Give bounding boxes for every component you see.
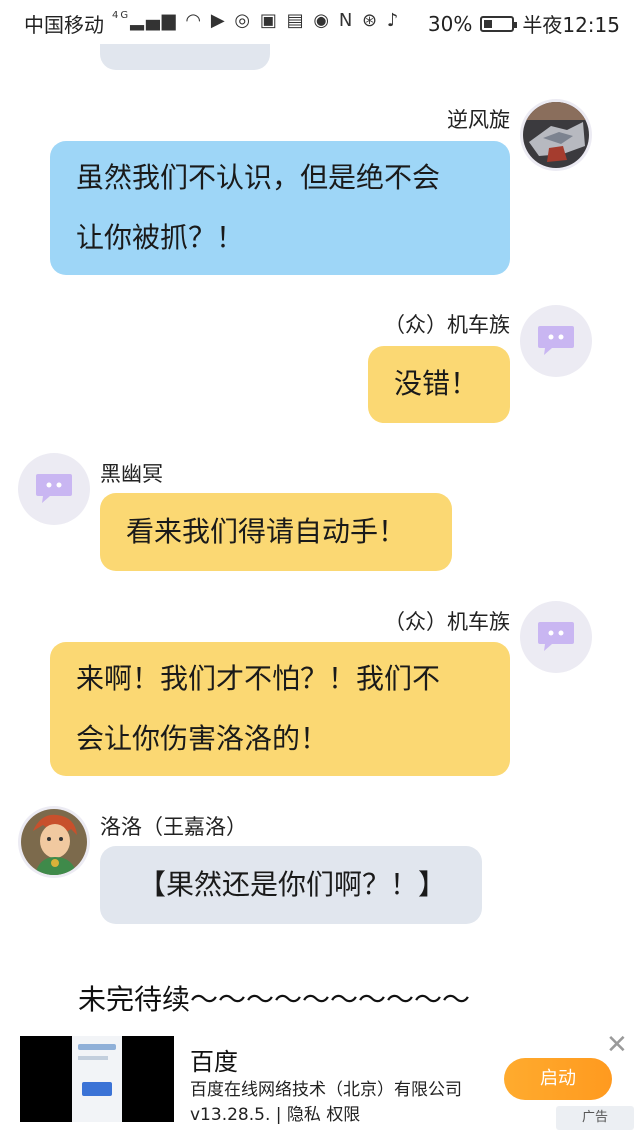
mute-icon: ♪: [386, 10, 401, 31]
avatar[interactable]: [520, 601, 592, 673]
message-bubble: 看来我们得请自动手！: [100, 493, 452, 571]
message-line: 看来我们得请自动手！: [126, 515, 407, 548]
message-line: 来啊！我们才不怕？！我们不: [76, 662, 441, 695]
avatar[interactable]: [18, 453, 90, 525]
status-bar: 中国移动 4G▂▄▆ ◠ ▶ ◎ ▣ ▤ ◉ N ⊛ ♪ 30% 半夜12:15: [0, 0, 640, 44]
boy-portrait-icon: [21, 809, 87, 875]
avatar[interactable]: [520, 305, 592, 377]
ad-company: 百度在线网络技术（北京）有限公司: [190, 1080, 462, 1100]
signal-icon: ▂▄▆: [130, 10, 178, 31]
sender-name: 洛洛（王嘉洛）: [100, 815, 247, 839]
robot-portrait-icon: [523, 102, 589, 168]
battery-icon: [480, 15, 518, 32]
message-bubble: 【果然还是你们啊？！】: [100, 846, 482, 924]
sender-name: （众）机车族: [384, 610, 510, 634]
hd-icon: ▣: [259, 10, 279, 31]
eye-icon: ◉: [313, 10, 332, 31]
message-bubble: 虽然我们不认识，但是绝不会 让你被抓？！: [50, 141, 510, 275]
chat-bubble-icon: [538, 622, 574, 651]
sender-name: 黑幽冥: [100, 462, 163, 486]
message-line: 会让你伤害洛洛的！: [76, 722, 329, 755]
clock: 半夜12:15: [522, 13, 620, 37]
message-bubble: 没错！: [368, 346, 510, 423]
headset-icon: ◎: [234, 10, 253, 31]
status-right: 30% 半夜12:15: [428, 9, 620, 38]
sender-name: （众）机车族: [384, 313, 510, 337]
cartoon-avatar[interactable]: [18, 806, 90, 878]
sim-icon: ▤: [286, 10, 306, 31]
play-icon: ▶: [210, 10, 227, 31]
ad-version: v13.28.5.: [190, 1105, 271, 1125]
message-line: 虽然我们不认识，但是绝不会: [76, 161, 441, 194]
sender-name: 逆风旋: [447, 108, 510, 132]
chat-bubble-icon: [538, 326, 574, 355]
ad-banner[interactable]: 百度 百度在线网络技术（北京）有限公司 v13.28.5. | 隐私 权限 启动…: [0, 1030, 640, 1138]
message-line: 没错！: [394, 367, 479, 400]
status-icons: 4G▂▄▆ ◠ ▶ ◎ ▣ ▤ ◉ N ⊛ ♪: [112, 10, 400, 31]
carrier-label: 中国移动: [24, 13, 104, 37]
ad-launch-button[interactable]: 启动: [504, 1058, 612, 1100]
battery-percent: 30%: [427, 11, 473, 36]
chat-thread[interactable]: 逆风旋 虽然我们不认识，但是绝不会 让你被抓？！ （众）机车族 没错！ 黑幽冥 …: [0, 0, 640, 1030]
chat-bubble-icon: [36, 474, 72, 503]
alarm-icon: ⊛: [362, 10, 380, 31]
battery-fill: [484, 19, 493, 28]
message-line: 【果然还是你们啊？！】: [138, 868, 447, 901]
wifi-icon: ◠: [185, 10, 204, 31]
ad-meta: v13.28.5. | 隐私 权限: [190, 1105, 361, 1125]
ad-label: 广告: [556, 1106, 634, 1130]
network-badge: 4G: [112, 10, 131, 21]
ad-thumbnail-screen: [72, 1036, 122, 1122]
to-be-continued-text: 未完待续～～～～～～～～～～: [78, 983, 471, 1016]
nfc-icon: N: [338, 10, 355, 31]
message-bubble: 来啊！我们才不怕？！我们不 会让你伤害洛洛的！: [50, 642, 510, 776]
close-icon[interactable]: ✕: [606, 1030, 628, 1060]
ad-thumbnail[interactable]: [20, 1036, 174, 1122]
message-line: 让你被抓？！: [76, 221, 245, 254]
photo-avatar[interactable]: [520, 99, 592, 171]
ad-app-name: 百度: [190, 1048, 238, 1076]
ad-privacy-link[interactable]: 隐私: [287, 1105, 321, 1125]
ad-permissions-link[interactable]: 权限: [326, 1105, 360, 1125]
